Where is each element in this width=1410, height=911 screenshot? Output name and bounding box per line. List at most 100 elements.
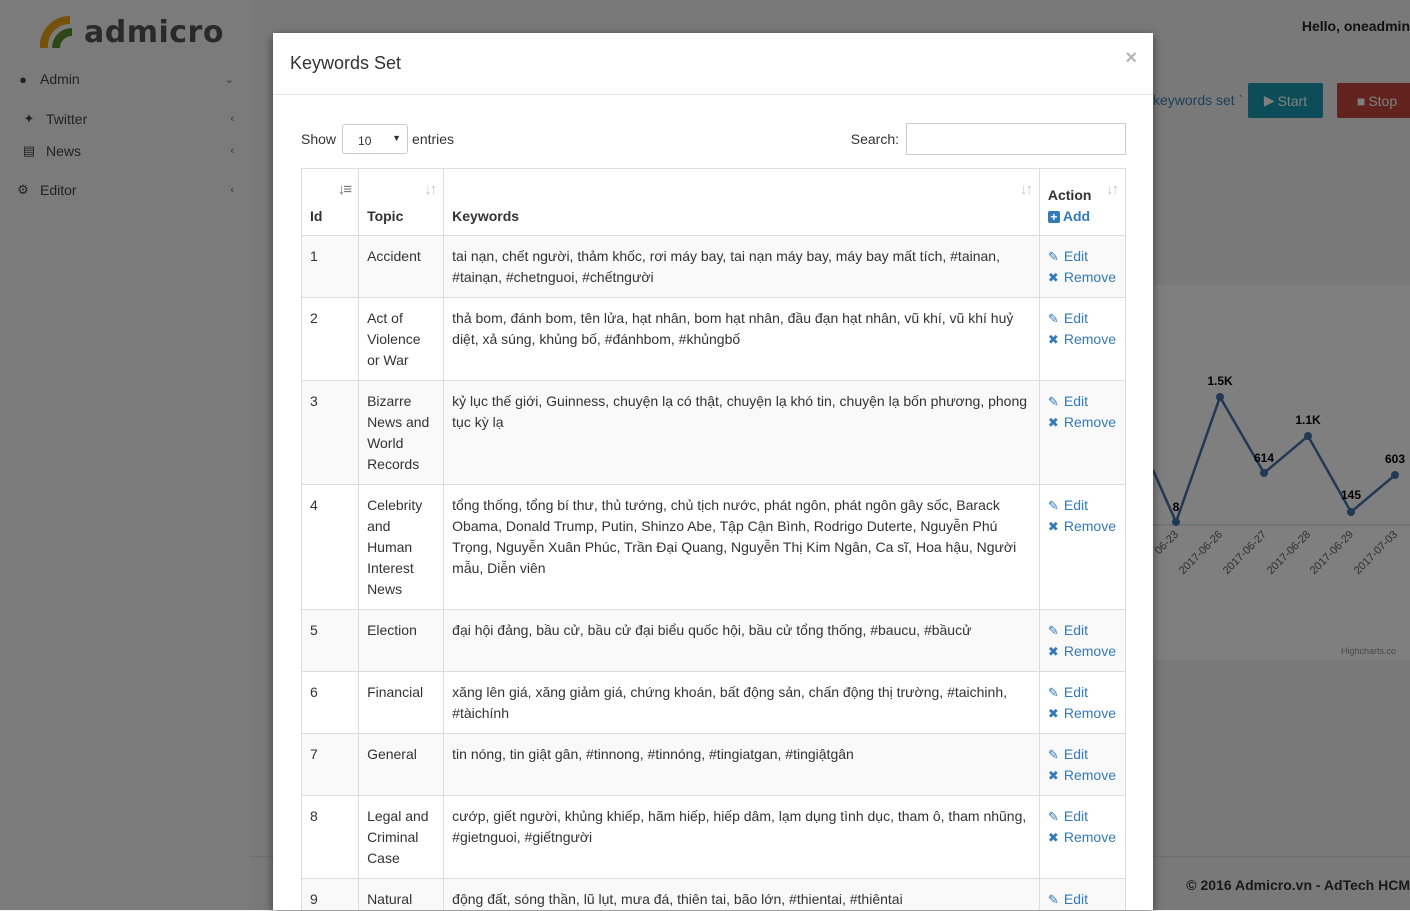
sort-icon: ↓↑ xyxy=(424,181,437,198)
sort-icon: ↓↑ xyxy=(1019,181,1033,198)
cell-id: 7 xyxy=(300,733,360,796)
cell-keywords: tổng thống, tổng bí thư, thủ tướng, chủ … xyxy=(443,484,1040,610)
add-keyword-button[interactable]: + Add xyxy=(1047,206,1117,227)
entries-select[interactable]: 10 ▼ xyxy=(342,124,409,154)
remove-label: Remove xyxy=(1063,518,1117,534)
cell-actions: ✎ Edit ✖ Remove xyxy=(1038,380,1127,485)
remove-label: Remove xyxy=(1063,829,1117,845)
edit-label: Edit xyxy=(1063,622,1088,638)
column-label: Topic xyxy=(367,208,404,224)
table-row: 1 Accident tai nạn, chết người, thảm khốc,… xyxy=(300,235,1127,298)
cell-topic: Bizarre News and World Records xyxy=(358,380,445,485)
remove-label: Remove xyxy=(1063,705,1117,721)
edit-button[interactable]: ✎ Edit xyxy=(1048,308,1117,329)
remove-button[interactable]: ✖ Remove xyxy=(1048,412,1117,433)
column-header-topic[interactable]: ↓↑ Topic xyxy=(358,168,445,236)
edit-icon: ✎ xyxy=(1047,311,1059,326)
remove-label: Remove xyxy=(1063,414,1117,430)
edit-button[interactable]: ✎ Edit xyxy=(1048,246,1117,267)
table-row: 2 Act of Violence or War thả bom, đánh bom… xyxy=(300,297,1127,381)
caret-down-icon: ▼ xyxy=(392,133,402,143)
edit-label: Edit xyxy=(1063,891,1088,907)
remove-button[interactable]: ✖ Remove xyxy=(1048,641,1117,662)
edit-button[interactable]: ✎ Edit xyxy=(1048,620,1117,641)
remove-button[interactable]: ✖ Remove xyxy=(1048,765,1117,786)
edit-button[interactable]: ✎ Edit xyxy=(1048,744,1117,765)
keywords-table: ↓≡ Id ↓↑ Topic ↓↑ Keywords ↓↑ Action + Ad… xyxy=(300,168,1127,910)
table-row: 8 Legal and Criminal Case cướp, giết người… xyxy=(300,795,1127,879)
edit-icon: ✎ xyxy=(1047,685,1059,700)
add-label: Add xyxy=(1062,208,1091,224)
edit-label: Edit xyxy=(1063,497,1088,513)
column-header-keywords[interactable]: ↓↑ Keywords xyxy=(443,168,1040,236)
close-icon[interactable]: × xyxy=(1125,47,1137,70)
cell-actions: ✎ Edit ✖Remove xyxy=(1038,795,1127,879)
edit-label: Edit xyxy=(1063,808,1088,824)
page-length-control: Show 10 ▼ entries xyxy=(301,123,454,155)
cell-actions: ✎ Edit ✖Remove xyxy=(1038,235,1127,298)
remove-label: Remove xyxy=(1063,331,1117,347)
edit-button[interactable]: ✎ Edit xyxy=(1048,806,1117,827)
remove-icon: ✖ xyxy=(1047,519,1059,534)
cell-id: 4 xyxy=(300,484,360,610)
remove-button[interactable]: ✖ Remove xyxy=(1048,516,1117,537)
cell-actions: ✎ Edit ✖Remove xyxy=(1038,609,1127,672)
column-label: Id xyxy=(310,208,323,224)
remove-label: Remove xyxy=(1063,269,1117,285)
cell-topic: Celebrity and Human Interest News xyxy=(358,484,445,610)
cell-topic: Natural Disaster xyxy=(358,878,445,910)
modal-header: Keywords Set × xyxy=(273,33,1153,95)
edit-button[interactable]: ✎ Edit xyxy=(1048,495,1117,516)
edit-icon: ✎ xyxy=(1047,498,1059,513)
cell-keywords: xăng lên giá, xăng giảm giá, chứng khoán… xyxy=(443,671,1040,734)
remove-button[interactable]: ✖ Remove xyxy=(1048,267,1117,288)
cell-id: 1 xyxy=(300,235,360,298)
cell-actions: ✎Edit ✖ Remove xyxy=(1038,671,1127,734)
edit-label: Edit xyxy=(1063,393,1088,409)
table-row: 3 Bizarre News and World Records kỷ lục th… xyxy=(300,380,1127,485)
keywords-set-modal: Keywords Set × Show 10 ▼ entries Search:… xyxy=(273,33,1153,910)
cell-actions: ✎ Edit ✖ Remove xyxy=(1038,484,1127,610)
column-header-id[interactable]: ↓≡ Id xyxy=(300,168,360,236)
cell-id: 3 xyxy=(300,380,360,485)
column-label: Keywords xyxy=(452,208,520,224)
search-input[interactable] xyxy=(906,123,1126,155)
cell-topic: Act of Violence or War xyxy=(358,297,445,381)
edit-button[interactable]: ✎ Edit xyxy=(1048,682,1117,703)
sort-ascending-icon: ↓≡ xyxy=(337,181,352,198)
remove-button[interactable]: ✖ Remove xyxy=(1048,827,1117,848)
remove-button[interactable]: ✖ Remove xyxy=(1048,329,1117,350)
remove-icon: ✖ xyxy=(1047,768,1059,783)
edit-button[interactable]: ✎ Edit xyxy=(1048,889,1117,910)
edit-icon: ✎ xyxy=(1047,249,1059,264)
remove-button[interactable]: ✖ Remove xyxy=(1048,703,1117,724)
edit-icon: ✎ xyxy=(1047,623,1059,638)
cell-keywords: cướp, giết người, khủng khiếp, hãm hiếp,… xyxy=(443,795,1040,879)
edit-button[interactable]: ✎ Edit xyxy=(1048,391,1117,412)
remove-icon: ✖ xyxy=(1047,706,1059,721)
edit-icon: ✎ xyxy=(1047,809,1059,824)
cell-topic: Legal and Criminal Case xyxy=(358,795,445,879)
table-row: 6 Financial xăng lên giá, xăng giảm giá, c… xyxy=(300,671,1127,734)
table-controls: Show 10 ▼ entries Search: xyxy=(301,123,1126,155)
cell-id: 8 xyxy=(300,795,360,879)
cell-topic: General xyxy=(358,733,445,796)
edit-icon: ✎ xyxy=(1047,394,1059,409)
table-row: 7 General tin nóng, tin giật gân, #tinnong… xyxy=(300,733,1127,796)
cell-topic: Accident xyxy=(358,235,445,298)
cell-topic: Election xyxy=(358,609,445,672)
remove-label: Remove xyxy=(1063,767,1117,783)
cell-id: 6 xyxy=(300,671,360,734)
cell-keywords: tin nóng, tin giật gân, #tinnong, #tinnó… xyxy=(443,733,1040,796)
remove-icon: ✖ xyxy=(1047,415,1059,430)
edit-icon: ✎ xyxy=(1047,892,1059,907)
show-label: Show xyxy=(301,131,337,147)
search-control: Search: xyxy=(851,123,1126,155)
edit-label: Edit xyxy=(1063,310,1088,326)
remove-icon: ✖ xyxy=(1047,332,1059,347)
column-header-action[interactable]: ↓↑ Action + Add xyxy=(1038,168,1127,236)
edit-label: Edit xyxy=(1063,248,1088,264)
cell-actions: ✎Edit✖Remove xyxy=(1038,878,1127,910)
cell-actions: ✎Edit ✖ Remove xyxy=(1038,733,1127,796)
sort-icon: ↓↑ xyxy=(1106,181,1119,198)
